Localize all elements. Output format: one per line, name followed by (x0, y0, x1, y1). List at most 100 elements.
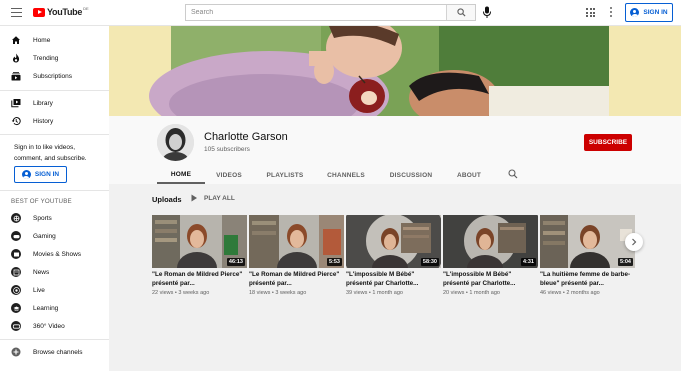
sidebar-item-sports[interactable]: Sports (0, 211, 109, 225)
account-icon (21, 170, 31, 179)
uploads-heading[interactable]: Uploads (152, 195, 182, 204)
sidebar-item-live[interactable]: Live (0, 283, 109, 297)
video-title[interactable]: "L'impossible M Bébé" présenté par Charl… (346, 271, 441, 288)
sidebar-item-home[interactable]: Home (0, 33, 109, 47)
gaming-icon (11, 231, 21, 241)
video-duration: 4:31 (520, 258, 536, 266)
sidebar-item-news[interactable]: News (0, 265, 109, 279)
signin-prompt-text: Sign in to like videos, comment, and sub… (14, 144, 87, 162)
avatar-photo (157, 124, 194, 161)
search-icon (456, 8, 466, 17)
tab-about[interactable]: ABOUT (449, 166, 489, 184)
home-icon (12, 36, 20, 44)
sidebar-item-label: Browse channels (33, 348, 83, 356)
trending-icon (12, 53, 20, 63)
subscriber-count: 105 subscribers (204, 146, 250, 153)
sidebar-item-trending[interactable]: Trending (0, 51, 109, 65)
news-icon (11, 267, 21, 277)
tab-channels[interactable]: CHANNELS (321, 166, 371, 184)
channel-avatar[interactable] (157, 124, 194, 161)
video-duration: 5:53 (326, 258, 342, 266)
learning-icon (11, 303, 21, 313)
sidebar-item-browse-channels[interactable]: Browse channels (0, 345, 109, 359)
sidebar-item-label: Home (33, 36, 51, 44)
sidebar-item-360-video[interactable]: 360° Video (0, 319, 109, 333)
sports-icon (11, 213, 21, 223)
sidebar-item-label: News (33, 268, 50, 276)
video-thumbnail[interactable]: 58:30 (346, 215, 441, 268)
menu-icon[interactable] (11, 8, 22, 17)
movies-icon (11, 249, 21, 259)
signin-label: SIGN IN (643, 9, 668, 16)
video-metadata: 39 views • 1 month ago (346, 290, 403, 296)
video-title[interactable]: "L'impossible M Bébé" présenté par Charl… (443, 271, 538, 288)
video-card[interactable]: 5:53 "Le Roman de Mildred Pierce" présen… (249, 215, 344, 296)
sidebar-item-label: 360° Video (33, 322, 65, 330)
channel-search-icon[interactable] (508, 169, 518, 179)
top-bar: YouTube DE SIGN IN (0, 0, 681, 26)
sidebar-item-label: Subscriptions (33, 72, 73, 80)
youtube-logo[interactable]: YouTube DE (33, 5, 89, 17)
sidebar-item-learning[interactable]: Learning (0, 301, 109, 315)
search-input[interactable] (186, 5, 446, 20)
video-thumbnail[interactable]: 5:53 (249, 215, 344, 268)
sidebar-item-library[interactable]: Library (0, 96, 109, 110)
video-metadata: 20 views • 1 month ago (443, 290, 500, 296)
sidebar-item-label: History (33, 117, 54, 125)
tab-videos[interactable]: VIDEOS (209, 166, 249, 184)
logo-region: DE (83, 5, 89, 11)
search-button[interactable] (446, 5, 475, 20)
video-card[interactable]: 58:30 "L'impossible M Bébé" présenté par… (346, 215, 441, 296)
tab-home[interactable]: HOME (157, 166, 205, 184)
video-metadata: 46 views • 2 months ago (540, 290, 600, 296)
sidebar-signin-button[interactable]: SIGN IN (14, 166, 67, 183)
sidebar-item-movies-shows[interactable]: Movies & Shows (0, 247, 109, 261)
sidebar-item-gaming[interactable]: Gaming (0, 229, 109, 243)
sidebar-item-label: Gaming (33, 232, 56, 240)
video-duration: 46:13 (226, 258, 245, 266)
video-thumbnail[interactable]: 5:04 (540, 215, 635, 268)
video-thumbnail[interactable]: 4:31 (443, 215, 538, 268)
history-icon (11, 117, 21, 126)
best-of-youtube-heading: BEST OF YOUTUBE (11, 198, 72, 205)
sidebar-item-history[interactable]: History (0, 114, 109, 128)
logo-text: YouTube (47, 7, 83, 17)
sidebar-item-label: Library (33, 99, 53, 107)
sidebar: Home Trending Subscriptions Library Hist… (0, 26, 109, 371)
tab-playlists[interactable]: PLAYLISTS (260, 166, 310, 184)
sidebar-item-label: Trending (33, 54, 59, 62)
subscribe-button[interactable]: SUBSCRIBE (584, 134, 632, 151)
search-box (185, 4, 476, 21)
play-all-button[interactable]: PLAY ALL (190, 194, 235, 202)
video-card[interactable]: 46:13 "Le Roman de Mildred Pierce" prése… (152, 215, 247, 296)
video-title[interactable]: "Le Roman de Mildred Pierce" présenté pa… (249, 271, 344, 288)
sidebar-item-subscriptions[interactable]: Subscriptions (0, 69, 109, 83)
signin-button[interactable]: SIGN IN (625, 3, 673, 22)
sidebar-item-label: Live (33, 286, 45, 294)
video-card[interactable]: 4:31 "L'impossible M Bébé" présenté par … (443, 215, 538, 296)
sidebar-divider (0, 190, 109, 191)
video-thumbnail[interactable]: 46:13 (152, 215, 247, 268)
library-icon (11, 99, 21, 108)
sidebar-divider (0, 90, 109, 91)
play-icon (191, 194, 197, 202)
video-metadata: 18 views • 3 weeks ago (249, 290, 307, 296)
video-metadata: 22 views • 3 weeks ago (152, 290, 210, 296)
video-duration: 5:04 (617, 258, 633, 266)
video-card[interactable]: 5:04 "La huitième femme de barbe-bleue" … (540, 215, 635, 296)
add-circle-icon (11, 347, 21, 357)
channel-header: Charlotte Garson 105 subscribers SUBSCRI… (109, 116, 681, 184)
carousel-next-button[interactable] (625, 233, 643, 251)
play-all-label: PLAY ALL (204, 194, 235, 202)
video-title[interactable]: "La huitième femme de barbe-bleue" prése… (540, 271, 635, 288)
360-video-icon (11, 321, 21, 331)
chevron-right-icon (632, 238, 637, 246)
tab-discussion[interactable]: DISCUSSION (383, 166, 439, 184)
sidebar-item-label: Movies & Shows (33, 250, 82, 258)
account-icon (630, 8, 640, 17)
apps-grid-icon[interactable] (586, 8, 595, 17)
microphone-icon[interactable] (482, 6, 492, 19)
more-options-icon[interactable] (610, 7, 613, 18)
video-title[interactable]: "Le Roman de Mildred Pierce" présenté pa… (152, 271, 247, 288)
youtube-play-icon (33, 7, 45, 17)
